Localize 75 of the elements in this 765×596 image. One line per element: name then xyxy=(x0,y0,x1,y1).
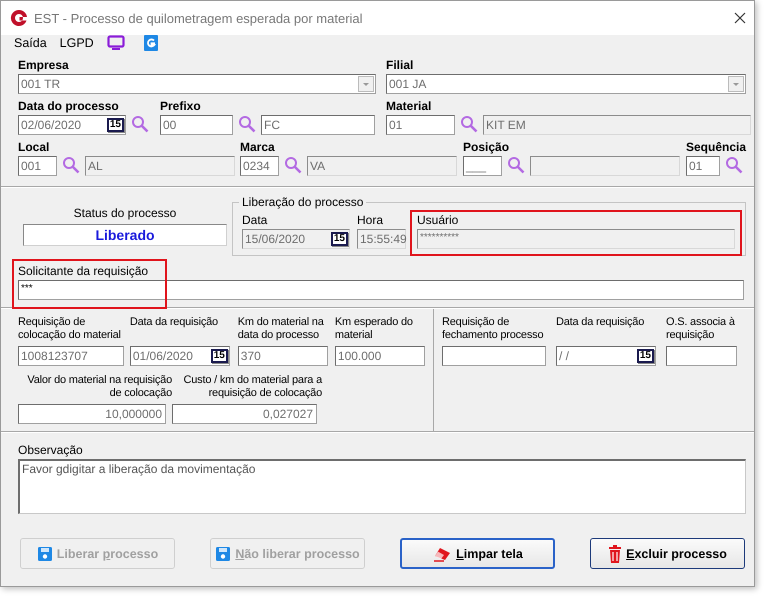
calendar-button[interactable]: 15 xyxy=(210,349,228,363)
logo-icon xyxy=(10,9,28,27)
field-label: Observação xyxy=(18,443,84,457)
field-label: Valor do material na requisição de colocação xyxy=(26,374,172,401)
text-field[interactable]: 01/06/2020 15 xyxy=(130,346,230,366)
status-value: Liberado xyxy=(23,224,227,246)
menu-item[interactable]: Saída xyxy=(14,36,47,50)
field-label: Data da requisição xyxy=(556,316,646,330)
calendar-button[interactable]: 15 xyxy=(636,349,654,363)
field-label: Sequência xyxy=(686,140,746,154)
search-icon[interactable] xyxy=(131,115,149,133)
company-dropdown[interactable]: 001 TR xyxy=(18,74,376,94)
close-icon[interactable] xyxy=(734,12,746,24)
time-field: 15:55:49 xyxy=(357,229,406,249)
requester-field[interactable]: *** xyxy=(18,280,744,300)
trash-icon xyxy=(608,544,622,562)
branch-dropdown[interactable]: 001 JA xyxy=(386,74,746,94)
field-label: Marca xyxy=(240,140,276,154)
text-field[interactable] xyxy=(442,346,546,366)
user-field: ********** xyxy=(417,229,735,249)
menu-item[interactable]: LGPD xyxy=(60,36,94,50)
search-icon[interactable] xyxy=(62,156,80,174)
field-label: O.S. associa à requisição xyxy=(666,316,736,343)
text-field[interactable]: 1008123707 xyxy=(18,346,124,366)
field-label: Local xyxy=(18,140,50,154)
search-icon[interactable] xyxy=(460,115,478,133)
calendar-button[interactable]: 15 xyxy=(330,232,348,246)
code-field[interactable]: 0234 xyxy=(240,156,279,176)
date-field: 15/06/2020 15 xyxy=(242,229,350,249)
field-label: Custo / km do material para a requisição de colocação xyxy=(182,374,322,401)
action-button[interactable]: Limpar tela xyxy=(400,538,555,569)
number-field[interactable]: 0,027027 xyxy=(172,404,317,424)
search-icon[interactable] xyxy=(507,156,525,174)
code-field[interactable]: 01 xyxy=(686,156,720,176)
field-label: Hora xyxy=(357,213,384,227)
field-label: Data da requisição xyxy=(130,316,219,330)
field-label: Material xyxy=(386,99,432,113)
field-label: Requisição de colocação do material xyxy=(18,316,122,343)
action-button[interactable]: Excluir processo xyxy=(590,538,745,569)
field-label: Solicitante da requisição xyxy=(18,264,148,278)
code-field[interactable]: 01 xyxy=(386,115,455,135)
field-label: Km esperado do material xyxy=(334,316,414,343)
monitor-icon[interactable] xyxy=(106,35,125,51)
text-field[interactable]: 370 xyxy=(238,346,328,366)
description-field: KIT EM xyxy=(483,115,751,135)
notes-field[interactable]: Favor gdigitar a liberação da movimentação xyxy=(18,459,746,514)
field-label: Km do material na data do processo xyxy=(238,316,325,343)
text-field[interactable] xyxy=(666,346,737,366)
code-field[interactable]: 001 xyxy=(18,156,57,176)
text-field[interactable]: / / 15 xyxy=(556,346,656,366)
field-label: Empresa xyxy=(18,58,70,72)
description-field: AL xyxy=(85,156,235,176)
description-field: VA xyxy=(307,156,457,176)
app-icon[interactable] xyxy=(144,35,158,51)
search-icon[interactable] xyxy=(284,156,302,174)
number-field[interactable]: 10,000000 xyxy=(18,404,166,424)
code-field[interactable]: ___ xyxy=(463,156,502,176)
code-field[interactable]: 00 xyxy=(160,115,233,135)
window-title: EST - Processo de quilometragem esperada por material xyxy=(34,10,363,26)
search-icon[interactable] xyxy=(725,156,743,174)
eraser-icon xyxy=(432,546,452,562)
description-field[interactable]: FC xyxy=(261,115,375,135)
field-label: Usuário xyxy=(417,213,460,227)
field-label: Posição xyxy=(463,140,510,154)
field-label: Prefixo xyxy=(160,99,202,113)
calendar-button[interactable]: 15 xyxy=(106,118,124,132)
field-label: Status do processo xyxy=(72,206,178,220)
field-label: Filial xyxy=(386,58,414,72)
text-field[interactable]: 100.000 xyxy=(334,346,425,366)
field-label: Requisição de fechamento processo xyxy=(442,316,544,343)
group-title: Liberação do processo xyxy=(239,195,366,209)
search-icon[interactable] xyxy=(238,115,256,133)
field-label: Data xyxy=(242,213,268,227)
field-label: Data do processo xyxy=(18,99,120,113)
date-field[interactable]: 02/06/2020 15 xyxy=(18,115,126,135)
